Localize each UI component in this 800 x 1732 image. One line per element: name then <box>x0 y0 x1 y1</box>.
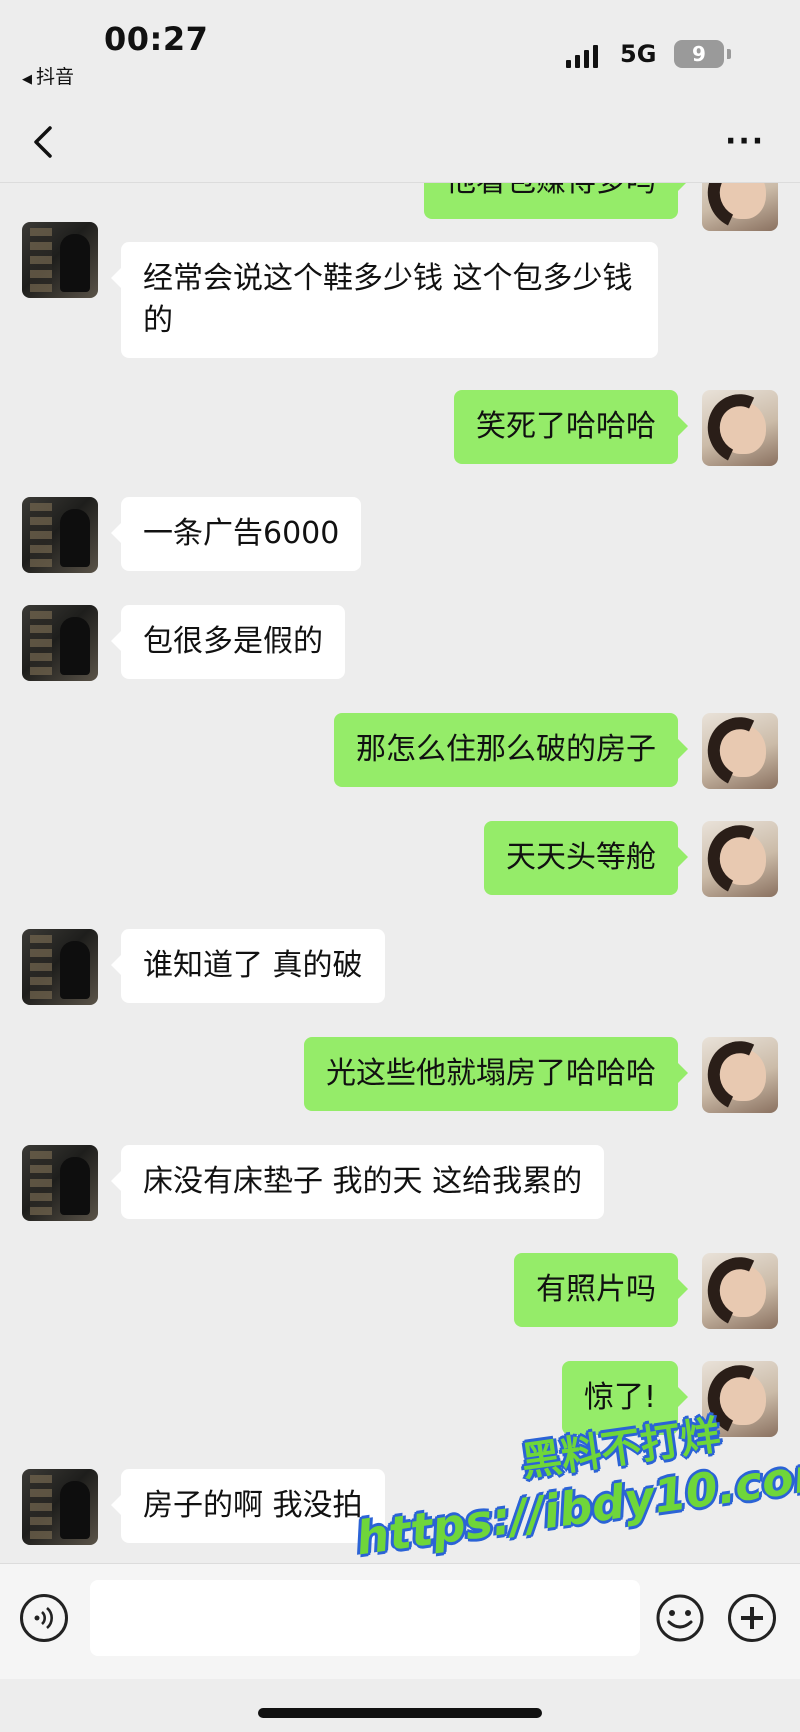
self-avatar[interactable] <box>702 183 778 231</box>
self-avatar[interactable] <box>702 1253 778 1329</box>
more-options-icon[interactable]: ··· <box>725 124 775 159</box>
battery-cap <box>727 49 731 59</box>
emoji-icon[interactable] <box>654 1592 706 1644</box>
message-bubble-received[interactable]: 包很多是假的 <box>111 605 345 679</box>
chat-header: ··· <box>0 100 800 183</box>
signal-icon <box>566 44 606 68</box>
self-avatar[interactable] <box>702 1037 778 1113</box>
contact-avatar[interactable] <box>22 605 98 681</box>
contact-avatar[interactable] <box>22 929 98 1005</box>
contact-avatar[interactable] <box>22 1145 98 1221</box>
network-type: 5G <box>620 40 657 68</box>
message-bubble-sent[interactable]: 笑死了哈哈哈 <box>454 390 688 464</box>
battery-icon: 9 <box>674 40 724 68</box>
input-bar <box>0 1563 800 1679</box>
message-bubble-received[interactable]: 一条广告6000 <box>110 497 362 571</box>
back-triangle-icon: ◀ <box>22 72 32 87</box>
message-bubble-sent[interactable]: 光这些他就塌房了哈哈哈 <box>304 1037 688 1111</box>
back-to-app-link[interactable]: ◀ 抖音 <box>22 62 74 89</box>
self-avatar[interactable] <box>702 713 778 789</box>
self-avatar[interactable] <box>702 821 778 897</box>
self-avatar[interactable] <box>702 390 778 466</box>
plus-icon[interactable] <box>728 1594 776 1642</box>
message-bubble-received[interactable]: 谁知道了 真的破 <box>111 929 385 1003</box>
message-bubble-sent[interactable]: 天天头等舱 <box>484 821 688 895</box>
message-bubble-received[interactable]: 经常会说这个鞋多少钱 这个包多少钱的 <box>111 242 658 358</box>
message-bubble-received[interactable]: 房子的啊 我没拍 <box>111 1469 385 1543</box>
message-bubble-sent[interactable]: 有照片吗 <box>514 1253 688 1327</box>
home-indicator[interactable] <box>258 1708 542 1718</box>
message-bubble-sent[interactable]: 他看包赚得多吗 <box>424 183 688 219</box>
contact-avatar[interactable] <box>22 497 98 573</box>
chevron-left-icon[interactable] <box>26 122 66 162</box>
contact-avatar[interactable] <box>22 222 98 298</box>
message-input[interactable] <box>90 1580 640 1656</box>
message-bubble-received[interactable]: 床没有床垫子 我的天 这给我累的 <box>110 1145 605 1219</box>
status-bar: 00:27 ◀ 抖音 5G 9 <box>0 0 800 100</box>
contact-avatar[interactable] <box>22 1469 98 1545</box>
back-app-label: 抖音 <box>36 66 75 88</box>
message-bubble-sent[interactable]: 那怎么住那么破的房子 <box>334 713 688 787</box>
message-list[interactable]: 他看包赚得多吗 经常会说这个鞋多少钱 这个包多少钱的 笑死了哈哈哈 一条广告60… <box>0 183 800 1563</box>
status-time: 00:27 <box>104 20 209 58</box>
voice-icon[interactable] <box>20 1594 68 1642</box>
